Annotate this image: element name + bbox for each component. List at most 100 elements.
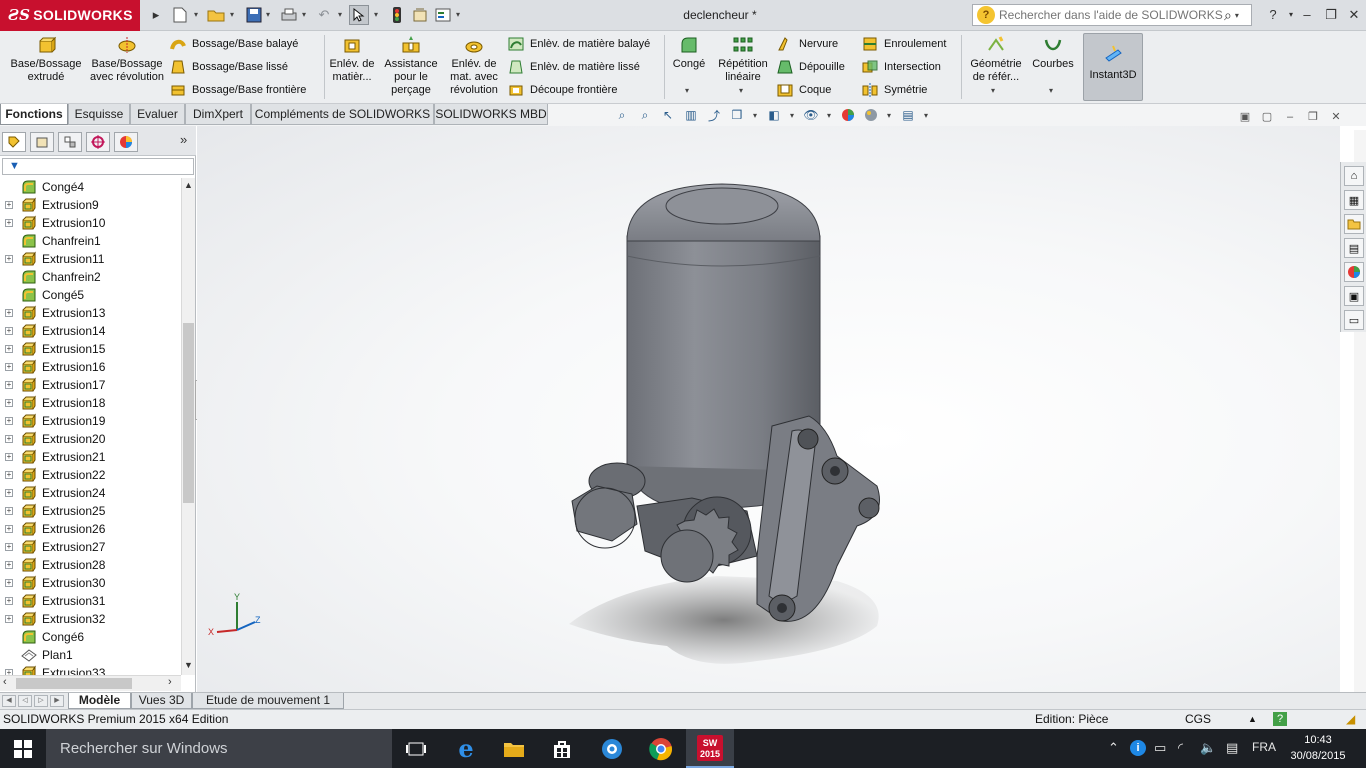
custom-properties-icon[interactable]: ▣ (1344, 286, 1364, 306)
scroll-right-icon[interactable]: › (168, 676, 172, 688)
tree-item[interactable]: + Extrusion20 (0, 430, 181, 448)
intersect-button[interactable]: Intersection (862, 57, 941, 77)
help-status-icon[interactable]: ? (1273, 712, 1287, 726)
scroll-left-icon[interactable]: ‹ (3, 676, 7, 688)
expand-toggle-icon[interactable]: + (5, 507, 13, 515)
select-cursor-icon[interactable] (349, 5, 369, 25)
expand-toggle-icon[interactable]: + (5, 327, 13, 335)
wrap-button[interactable]: Enroulement (862, 34, 946, 54)
configuration-manager-tab-icon[interactable] (58, 132, 82, 152)
tree-item[interactable]: + Extrusion33 (0, 664, 181, 675)
tree-item[interactable]: Congé5 (0, 286, 181, 304)
expand-toggle-icon[interactable]: + (5, 543, 13, 551)
expand-toggle-icon[interactable]: + (5, 453, 13, 461)
tree-item[interactable]: + Extrusion11 (0, 250, 181, 268)
lofted-boss-button[interactable]: Bossage/Base lissé (170, 57, 288, 77)
help-search-input[interactable] (999, 8, 1224, 22)
close-window-icon[interactable]: ✕ (1343, 4, 1365, 26)
solidworks-resources-icon[interactable]: ⌂ (1344, 166, 1364, 186)
store-icon[interactable] (538, 729, 586, 768)
solidworks-logo[interactable]: ƧS SOLIDWORKS (0, 0, 140, 31)
edit-appearance-icon[interactable] (839, 106, 857, 124)
zoom-to-area-icon[interactable]: ⌕ (636, 106, 654, 124)
open-folder-icon[interactable] (206, 5, 226, 25)
viewport-minimize-icon[interactable]: – (1282, 110, 1298, 124)
expand-toggle-icon[interactable]: + (5, 561, 13, 569)
restore-window-icon[interactable]: ❐ (1320, 4, 1342, 26)
view-orientation-caret-icon[interactable]: ▾ (751, 106, 759, 124)
pattern-caret-icon[interactable]: ▾ (739, 86, 743, 95)
tree-filter-icon[interactable]: ▼ (2, 158, 194, 175)
ref-geometry-caret-icon[interactable]: ▾ (991, 86, 995, 95)
shell-button[interactable]: Coque (777, 80, 831, 100)
more-tabs-chevron-icon[interactable]: » (180, 132, 187, 147)
hole-wizard-button[interactable]: Assistance pour le perçage (380, 35, 442, 99)
previous-view-icon[interactable]: ↖ (659, 106, 677, 124)
search-icon[interactable]: ⌕ (1224, 7, 1232, 24)
tree-item[interactable]: + Extrusion27 (0, 538, 181, 556)
viewport-cascade-icon[interactable]: ▢ (1259, 110, 1275, 124)
expand-toggle-icon[interactable]: + (5, 615, 13, 623)
tree-item[interactable]: + Extrusion17 (0, 376, 181, 394)
scroll-down-icon[interactable]: ▼ (184, 660, 193, 670)
tree-item[interactable]: + Extrusion26 (0, 520, 181, 538)
apply-scene-icon[interactable] (862, 106, 880, 124)
display-style-icon[interactable]: ◧ (765, 106, 783, 124)
zoom-to-fit-icon[interactable]: ⌕ (613, 106, 631, 124)
expand-toggle-icon[interactable]: + (5, 471, 13, 479)
tree-item[interactable]: + Extrusion25 (0, 502, 181, 520)
appearances-scenes-icon[interactable] (1344, 262, 1364, 282)
file-explorer-icon[interactable] (1344, 214, 1364, 234)
expand-toggle-icon[interactable]: + (5, 255, 13, 263)
swept-boss-button[interactable]: Bossage/Base balayé (170, 34, 298, 54)
tab-complements[interactable]: Compléments de SOLIDWORKS (251, 104, 434, 125)
extruded-cut-button[interactable]: Enlév. de matièr... (328, 35, 376, 99)
tree-item[interactable]: + Extrusion19 (0, 412, 181, 430)
expand-toggle-icon[interactable]: + (5, 381, 13, 389)
tree-item[interactable]: + Extrusion31 (0, 592, 181, 610)
view-settings-icon[interactable]: ▤ (899, 106, 917, 124)
display-style-caret-icon[interactable]: ▾ (788, 106, 796, 124)
instant3d-toggle-button[interactable]: Instant3D (1083, 33, 1143, 101)
notifications-tray-icon[interactable]: ▤ (1226, 740, 1238, 756)
view-orientation-icon[interactable]: ❒ (728, 106, 746, 124)
task-view-icon[interactable] (392, 729, 440, 768)
expand-toggle-icon[interactable]: + (5, 525, 13, 533)
new-document-icon[interactable] (170, 5, 190, 25)
tree-item[interactable]: + Extrusion10 (0, 214, 181, 232)
swept-cut-button[interactable]: Enlèv. de matière balayé (508, 34, 650, 54)
mirror-button[interactable]: Symétrie (862, 80, 927, 100)
minimize-window-icon[interactable]: – (1296, 4, 1318, 26)
view-palette-icon[interactable]: ▤ (1344, 238, 1364, 258)
rebuild-traffic-light-icon[interactable] (387, 5, 407, 25)
edge-browser-icon[interactable]: e (442, 729, 490, 768)
tree-item[interactable]: Congé6 (0, 628, 181, 646)
new-caret-icon[interactable]: ▾ (194, 10, 202, 20)
next-tab-icon[interactable]: ▷ (34, 695, 48, 707)
tree-scroll-thumb[interactable] (183, 323, 194, 503)
expand-toggle-icon[interactable]: + (5, 489, 13, 497)
prev-tab-icon[interactable]: ◁ (18, 695, 32, 707)
input-language-indicator[interactable]: FRA (1252, 740, 1276, 754)
tab-esquisse[interactable]: Esquisse (68, 104, 130, 125)
tab-etude-mouvement[interactable]: Etude de mouvement 1 (192, 693, 344, 709)
hide-show-caret-icon[interactable]: ▾ (825, 106, 833, 124)
chrome-browser-icon[interactable] (637, 729, 685, 768)
unit-system-caret-icon[interactable]: ▲ (1248, 710, 1257, 729)
revolved-cut-button[interactable]: Enlév. de mat. avec révolution (446, 35, 502, 99)
first-tab-icon[interactable]: ◀ (2, 695, 16, 707)
resize-grip-icon[interactable]: ◢ (1346, 710, 1355, 729)
boundary-cut-button[interactable]: Découpe frontière (508, 80, 617, 100)
windows-search-box[interactable]: Rechercher sur Windows (46, 729, 392, 768)
unit-system-selector[interactable]: CGS (1185, 710, 1211, 729)
settings-app-icon[interactable] (588, 729, 636, 768)
expand-toggle-icon[interactable]: + (5, 345, 13, 353)
expand-toggle-icon[interactable]: + (5, 399, 13, 407)
viewport-restore-icon[interactable]: ❐ (1305, 110, 1321, 124)
tab-fonctions[interactable]: Fonctions (0, 104, 68, 125)
feature-tree-tab-icon[interactable] (2, 132, 26, 152)
tree-item[interactable]: + Extrusion13 (0, 304, 181, 322)
print-icon[interactable] (279, 5, 299, 25)
options-caret-icon[interactable]: ▾ (456, 10, 464, 20)
save-caret-icon[interactable]: ▾ (266, 10, 274, 20)
